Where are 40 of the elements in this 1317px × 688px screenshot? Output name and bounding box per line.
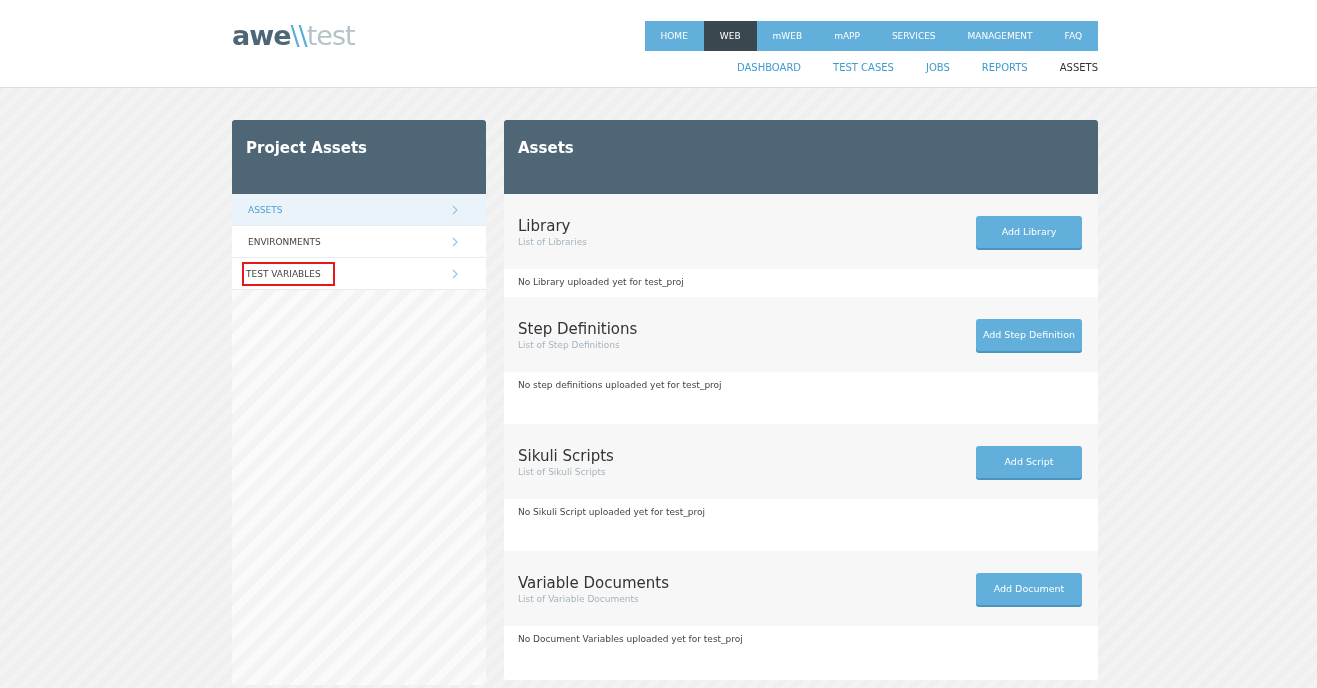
subnav-link[interactable]: TEST CASES <box>833 62 894 73</box>
nav-tab[interactable]: HOME <box>644 21 704 51</box>
nav-tab[interactable]: mWEB <box>756 21 819 51</box>
nav-tab[interactable]: WEB <box>703 21 757 51</box>
add-button[interactable]: Add Script <box>976 445 1082 478</box>
sidebar-item[interactable]: ENVIRONMENTS <box>232 226 486 258</box>
section-title: Sikuli Scripts <box>518 446 614 465</box>
empty-message: No step definitions uploaded yet for test_proj <box>518 380 722 390</box>
subnav-link[interactable]: JOBS <box>925 62 950 73</box>
sidebar-item[interactable]: ASSETS <box>232 194 486 226</box>
nav-tab[interactable]: MANAGEMENT <box>951 21 1049 51</box>
section-title: Step Definitions <box>518 319 638 338</box>
section-subtitle: List of Libraries <box>518 236 587 247</box>
sidebar-item-label: ASSETS <box>248 203 283 217</box>
nav-tab[interactable]: FAQ <box>1048 21 1098 51</box>
section-title: Library <box>518 216 572 235</box>
empty-message: No Library uploaded yet for test_proj <box>518 277 684 287</box>
subnav-link[interactable]: ASSETS <box>1059 62 1098 73</box>
subnav-link[interactable]: DASHBOARD <box>736 62 802 73</box>
sidebar-item-label: ENVIRONMENTS <box>248 235 321 249</box>
sidebar-item[interactable]: TEST VARIABLES <box>232 258 486 290</box>
empty-message: No Document Variables uploaded yet for test_proj <box>518 634 743 644</box>
sidebar-item-label: TEST VARIABLES <box>244 263 333 284</box>
panel-title: Project Assets <box>246 139 368 157</box>
section-title: Variable Documents <box>518 573 670 592</box>
subnav-link[interactable]: REPORTS <box>981 62 1028 73</box>
logo[interactable]: awe\\test <box>232 21 355 73</box>
add-button[interactable]: Add Document <box>976 572 1082 605</box>
chevron-right-icon <box>452 236 458 247</box>
add-button[interactable]: Add Step Definition <box>976 318 1082 351</box>
add-button[interactable]: Add Library <box>976 215 1082 248</box>
empty-message: No Sikuli Script uploaded yet for test_proj <box>518 507 706 517</box>
section-subtitle: List of Variable Documents <box>518 593 640 604</box>
chevron-right-icon <box>452 204 458 215</box>
section-subtitle: List of Sikuli Scripts <box>518 466 607 477</box>
section-subtitle: List of Step Definitions <box>518 339 621 350</box>
panel-title: Assets <box>518 139 574 157</box>
nav-tab[interactable]: SERVICES <box>875 21 952 51</box>
chevron-right-icon <box>452 268 458 279</box>
nav-tab[interactable]: mAPP <box>818 21 876 51</box>
